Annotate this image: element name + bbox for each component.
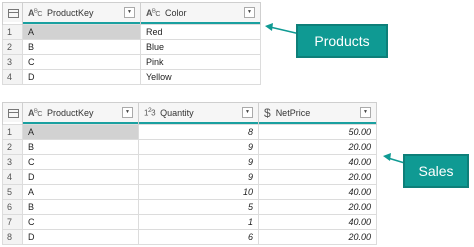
table-icon: [8, 108, 19, 118]
table-row[interactable]: 4 D Yellow: [2, 69, 261, 85]
table-cell[interactable]: 40.00: [258, 214, 377, 230]
text-type-icon[interactable]: ABC: [28, 8, 42, 18]
table-cell[interactable]: B: [22, 139, 139, 155]
table-cell[interactable]: A: [22, 184, 139, 200]
table-cell[interactable]: 20.00: [258, 199, 377, 215]
table-cell[interactable]: B: [22, 199, 139, 215]
row-index[interactable]: 3: [2, 154, 23, 170]
table-row[interactable]: 1 A 8 50.00: [2, 124, 377, 140]
filter-dropdown-icon[interactable]: ▼: [360, 107, 371, 118]
table-cell[interactable]: C: [22, 214, 139, 230]
number-type-icon[interactable]: 123: [144, 107, 156, 118]
text-type-icon[interactable]: ABC: [146, 8, 160, 18]
table-row[interactable]: 5 A 10 40.00: [2, 184, 377, 200]
row-index[interactable]: 4: [2, 169, 23, 185]
column-header-productkey[interactable]: ABC ProductKey ▼: [22, 102, 139, 122]
table-cell[interactable]: 8: [138, 124, 259, 140]
column-header-label: NetPrice: [275, 107, 311, 118]
table-menu-corner[interactable]: ▼: [2, 2, 23, 22]
table-cell[interactable]: 50.00: [258, 124, 377, 140]
products-table: ▼ ABC ProductKey ▼ ABC Color ▼ 1 A Re: [2, 2, 261, 85]
table-row[interactable]: 2 B 9 20.00: [2, 139, 377, 155]
sales-header-row: ▼ ABC ProductKey ▼ 123 Quantity ▼ $ NetP: [2, 102, 377, 122]
products-callout-label: Products: [314, 33, 370, 49]
products-callout: Products: [296, 24, 388, 58]
table-cell[interactable]: 20.00: [258, 229, 377, 245]
table-cell[interactable]: Blue: [140, 39, 261, 55]
table-cell[interactable]: 9: [138, 169, 259, 185]
table-cell[interactable]: D: [22, 229, 139, 245]
column-header-productkey[interactable]: ABC ProductKey ▼: [22, 2, 141, 22]
row-index[interactable]: 1: [2, 124, 23, 140]
table-row[interactable]: 7 C 1 40.00: [2, 214, 377, 230]
row-index[interactable]: 6: [2, 199, 23, 215]
table-row[interactable]: 4 D 9 20.00: [2, 169, 377, 185]
table-cell[interactable]: 20.00: [258, 169, 377, 185]
table-cell[interactable]: 40.00: [258, 154, 377, 170]
column-header-quantity[interactable]: 123 Quantity ▼: [138, 102, 259, 122]
column-header-color[interactable]: ABC Color ▼: [140, 2, 261, 22]
table-cell[interactable]: 6: [138, 229, 259, 245]
row-index[interactable]: 5: [2, 184, 23, 200]
sales-callout-label: Sales: [418, 163, 454, 179]
text-type-icon[interactable]: ABC: [28, 108, 42, 118]
table-cell[interactable]: D: [22, 169, 139, 185]
table-row[interactable]: 8 D 6 20.00: [2, 229, 377, 245]
sales-table: ▼ ABC ProductKey ▼ 123 Quantity ▼ $ NetP: [2, 102, 377, 245]
filter-dropdown-icon[interactable]: ▼: [242, 107, 253, 118]
table-cell[interactable]: A: [22, 24, 141, 40]
currency-type-icon[interactable]: $: [264, 106, 271, 120]
column-header-label: ProductKey: [46, 107, 94, 118]
row-index[interactable]: 7: [2, 214, 23, 230]
table-cell[interactable]: 10: [138, 184, 259, 200]
column-header-netprice[interactable]: $ NetPrice ▼: [258, 102, 377, 122]
table-cell[interactable]: 40.00: [258, 184, 377, 200]
filter-dropdown-icon[interactable]: ▼: [122, 107, 133, 118]
table-row[interactable]: 2 B Blue: [2, 39, 261, 55]
row-index[interactable]: 1: [2, 24, 23, 40]
table-cell[interactable]: A: [22, 124, 139, 140]
table-cell[interactable]: C: [22, 54, 141, 70]
table-cell[interactable]: B: [22, 39, 141, 55]
table-cell[interactable]: Pink: [140, 54, 261, 70]
filter-dropdown-icon[interactable]: ▼: [124, 7, 135, 18]
table-cell[interactable]: D: [22, 69, 141, 85]
column-header-label: Quantity: [160, 107, 194, 118]
row-index[interactable]: 8: [2, 229, 23, 245]
table-row[interactable]: 3 C Pink: [2, 54, 261, 70]
table-row[interactable]: 1 A Red: [2, 24, 261, 40]
row-index[interactable]: 3: [2, 54, 23, 70]
table-cell[interactable]: 9: [138, 139, 259, 155]
table-cell[interactable]: 1: [138, 214, 259, 230]
row-index[interactable]: 2: [2, 139, 23, 155]
table-menu-corner[interactable]: ▼: [2, 102, 23, 122]
column-header-label: ProductKey: [46, 7, 94, 18]
table-row[interactable]: 6 B 5 20.00: [2, 199, 377, 215]
table-cell[interactable]: 9: [138, 154, 259, 170]
table-row[interactable]: 3 C 9 40.00: [2, 154, 377, 170]
column-header-label: Color: [164, 7, 187, 18]
table-icon: [8, 8, 19, 18]
table-cell[interactable]: 5: [138, 199, 259, 215]
products-header-row: ▼ ABC ProductKey ▼ ABC Color ▼: [2, 2, 261, 22]
table-cell[interactable]: Red: [140, 24, 261, 40]
table-cell[interactable]: 20.00: [258, 139, 377, 155]
row-index[interactable]: 2: [2, 39, 23, 55]
filter-dropdown-icon[interactable]: ▼: [244, 7, 255, 18]
row-index[interactable]: 4: [2, 69, 23, 85]
table-cell[interactable]: Yellow: [140, 69, 261, 85]
sales-callout: Sales: [403, 154, 469, 188]
table-cell[interactable]: C: [22, 154, 139, 170]
